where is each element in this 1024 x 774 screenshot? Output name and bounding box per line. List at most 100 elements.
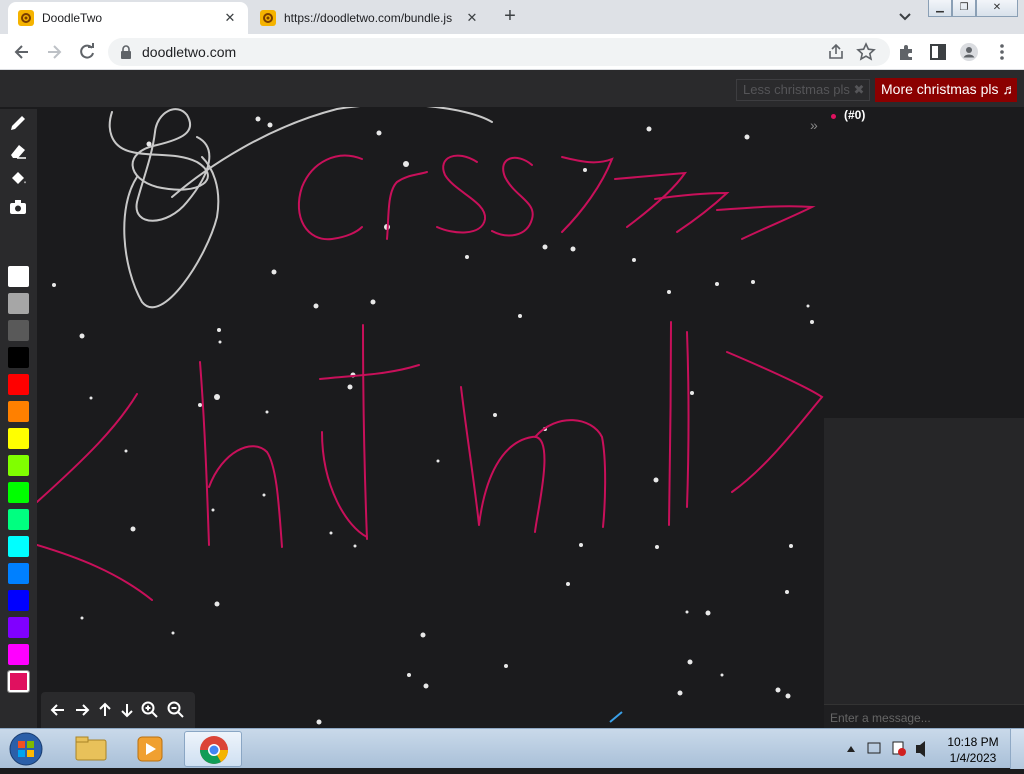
- menu-kebab-icon[interactable]: [992, 42, 1012, 62]
- window-close-button[interactable]: ✕: [976, 0, 1018, 17]
- chat-message-input[interactable]: Enter a message...: [824, 704, 1024, 730]
- tab-close-icon[interactable]: ✕: [222, 10, 238, 26]
- snowflake: [810, 320, 814, 324]
- color-swatch[interactable]: [8, 320, 29, 341]
- system-clock[interactable]: 10:18 PM 1/4/2023: [942, 734, 1004, 766]
- bookmark-star-icon[interactable]: [856, 42, 876, 62]
- snowflake: [518, 314, 522, 318]
- windows-start-orb-icon[interactable]: [6, 730, 46, 768]
- snowflake: [347, 384, 353, 390]
- tab-bundle-js[interactable]: https://doodletwo.com/bundle.js ✕: [250, 2, 490, 34]
- folder-icon: [75, 736, 107, 761]
- tool-sidebar: [0, 109, 37, 754]
- zoom-in-icon[interactable]: [140, 700, 160, 720]
- snowflake: [566, 582, 570, 586]
- user-color-dot: [831, 114, 836, 119]
- lock-icon[interactable]: [120, 45, 132, 59]
- snowflake: [720, 673, 724, 677]
- show-desktop-button[interactable]: [1010, 729, 1024, 769]
- snowflake: [217, 328, 221, 332]
- tab-doodletwo[interactable]: DoodleTwo ✕: [8, 2, 248, 34]
- snowflake: [789, 544, 793, 548]
- color-swatch[interactable]: [7, 670, 30, 693]
- snowflake: [407, 673, 411, 677]
- color-swatch[interactable]: [8, 428, 29, 449]
- tab-close-icon[interactable]: ✕: [464, 10, 480, 26]
- back-arrow-icon[interactable]: [12, 42, 32, 62]
- snowflake: [677, 690, 683, 696]
- media-player-icon: [137, 736, 163, 762]
- color-swatch[interactable]: [8, 536, 29, 557]
- side-panel-icon[interactable]: [928, 42, 948, 62]
- snowflake: [79, 333, 85, 339]
- snowflake: [542, 244, 548, 250]
- less-christmas-button[interactable]: Less christmas pls ✖: [736, 79, 870, 101]
- address-bar[interactable]: doodletwo.com: [108, 38, 890, 66]
- snowflake: [579, 543, 583, 547]
- snowflake: [403, 161, 409, 167]
- snowflake: [329, 531, 333, 535]
- forward-arrow-icon[interactable]: [44, 42, 64, 62]
- pan-up-icon[interactable]: [95, 700, 115, 720]
- chat-collapse-toggle[interactable]: »: [810, 117, 818, 133]
- media-player-taskbar-button[interactable]: [122, 731, 180, 767]
- pan-left-icon[interactable]: [48, 700, 68, 720]
- snowflake: [436, 459, 440, 463]
- color-swatch[interactable]: [8, 266, 29, 287]
- camera-icon[interactable]: [8, 197, 28, 217]
- snowflake: [316, 719, 322, 725]
- tab-title: DoodleTwo: [42, 11, 103, 25]
- snowflake: [262, 493, 266, 497]
- snowflake: [785, 693, 791, 699]
- magenta-doodle: [37, 154, 824, 601]
- snowflake: [705, 610, 711, 616]
- snowflake: [198, 403, 202, 407]
- maximize-button[interactable]: ❐: [952, 0, 976, 17]
- zoom-out-icon[interactable]: [166, 700, 186, 720]
- share-icon[interactable]: [826, 42, 846, 62]
- snowflake: [313, 303, 319, 309]
- color-swatch[interactable]: [8, 617, 29, 638]
- color-swatch[interactable]: [8, 482, 29, 503]
- color-swatch[interactable]: [8, 563, 29, 584]
- snowflake: [493, 413, 497, 417]
- snowflake: [744, 134, 750, 140]
- url-text: doodletwo.com: [142, 44, 237, 60]
- chrome-icon: [200, 736, 228, 764]
- app-top-bar: Less christmas pls ✖ More christmas pls …: [0, 70, 1024, 107]
- snowflake: [255, 116, 261, 122]
- minimize-button[interactable]: ▁: [928, 0, 952, 17]
- profile-avatar-icon[interactable]: [959, 42, 979, 62]
- explorer-taskbar-button[interactable]: [62, 731, 120, 767]
- extensions-puzzle-icon[interactable]: [896, 42, 916, 62]
- doodletwo-favicon-icon: [260, 10, 276, 26]
- color-swatch[interactable]: [8, 509, 29, 530]
- color-swatch[interactable]: [8, 644, 29, 665]
- color-swatch[interactable]: [8, 401, 29, 422]
- snowflake: [806, 304, 810, 308]
- volume-icon: [916, 741, 925, 757]
- pencil-icon[interactable]: [8, 113, 28, 133]
- chrome-taskbar-button[interactable]: [184, 731, 242, 767]
- new-tab-button[interactable]: +: [499, 6, 521, 28]
- color-swatch[interactable]: [8, 590, 29, 611]
- eraser-icon[interactable]: [8, 141, 28, 161]
- reload-icon[interactable]: [77, 42, 97, 62]
- color-swatch[interactable]: [8, 374, 29, 395]
- tray-icons: [847, 741, 925, 757]
- fill-bucket-icon[interactable]: [8, 169, 28, 189]
- snowflake: [646, 126, 652, 132]
- tab-title: https://doodletwo.com/bundle.js: [284, 11, 453, 25]
- cursor-stroke: [609, 711, 623, 723]
- more-christmas-button[interactable]: More christmas pls ♬: [875, 78, 1017, 102]
- windows-taskbar: 10:18 PM 1/4/2023: [0, 728, 1024, 769]
- snowflake: [583, 168, 587, 172]
- color-swatch[interactable]: [8, 455, 29, 476]
- chat-panel: [824, 418, 1024, 728]
- drawing-canvas[interactable]: [37, 107, 824, 728]
- tab-search-chevron-icon[interactable]: [896, 9, 914, 25]
- color-swatch[interactable]: [8, 347, 29, 368]
- pan-down-icon[interactable]: [117, 700, 137, 720]
- color-swatch[interactable]: [8, 293, 29, 314]
- pan-right-icon[interactable]: [72, 700, 92, 720]
